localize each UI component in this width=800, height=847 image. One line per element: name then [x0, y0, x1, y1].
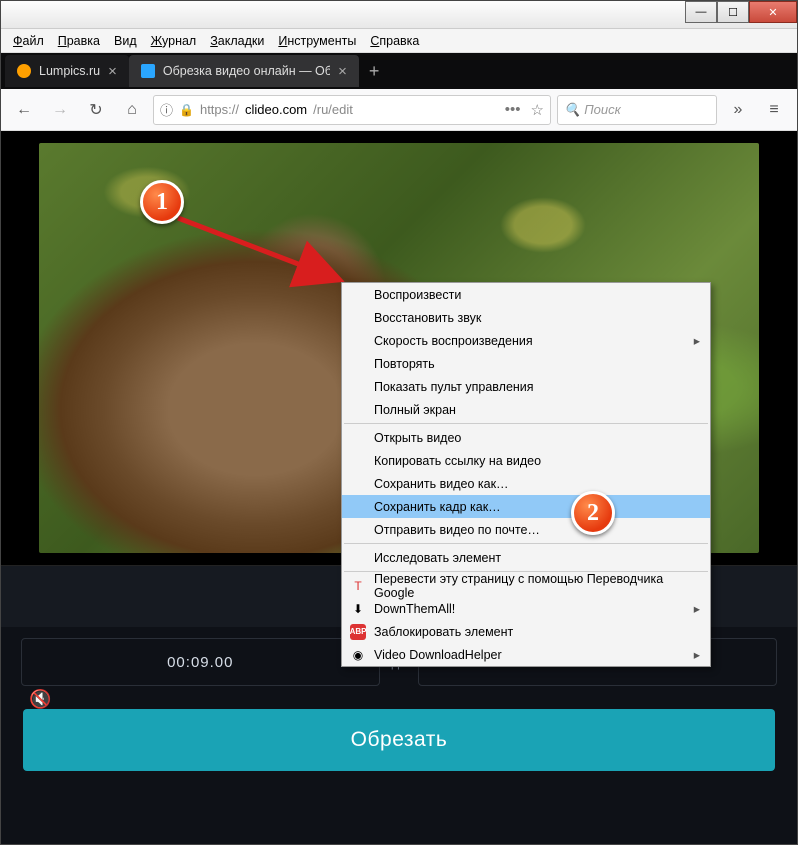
menu-edit[interactable]: Правка — [52, 32, 106, 50]
ctx-repeat[interactable]: Повторять — [342, 352, 710, 375]
search-input[interactable]: 🔍 Поиск — [557, 95, 717, 125]
search-placeholder: Поиск — [584, 102, 621, 117]
annotation-marker-1: 1 — [140, 180, 184, 224]
menu-file[interactable]: Файл — [7, 32, 50, 50]
tabbar: Lumpics.ru × Обрезка видео онлайн — Об ×… — [1, 53, 797, 89]
favicon-icon — [141, 64, 155, 78]
info-icon[interactable]: ⓘ — [160, 100, 173, 119]
url-scheme: https:// — [200, 102, 239, 117]
ctx-downthemall[interactable]: ⬇DownThemAll!▸ — [342, 597, 710, 620]
menu-journal[interactable]: Журнал — [145, 32, 203, 50]
home-button[interactable]: ⌂ — [117, 95, 147, 125]
navbar: ← → ↻ ⌂ ⓘ 🔒 https:// clideo.com/ru/edit •… — [1, 89, 797, 131]
menu-tools[interactable]: Инструменты — [272, 32, 362, 50]
overflow-button[interactable]: » — [723, 95, 753, 125]
tab-label: Lumpics.ru — [39, 64, 100, 78]
annotation-marker-2: 2 — [571, 491, 615, 535]
close-tab-icon[interactable]: × — [338, 63, 347, 80]
ctx-adblock[interactable]: ABPЗаблокировать элемент — [342, 620, 710, 643]
url-host: clideo.com — [245, 102, 307, 117]
close-tab-icon[interactable]: × — [108, 63, 117, 80]
translate-icon: T — [350, 578, 366, 594]
window-titlebar: — ☐ ✕ — [1, 1, 797, 29]
ctx-speed[interactable]: Скорость воспроизведения▸ — [342, 329, 710, 352]
menu-view[interactable]: Вид — [108, 32, 143, 50]
chevron-right-icon: ▸ — [694, 333, 700, 348]
ctx-play[interactable]: Воспроизвести — [342, 283, 710, 306]
abp-icon: ABP — [350, 624, 366, 640]
tab-lumpics[interactable]: Lumpics.ru × — [5, 55, 129, 87]
vdh-icon: ◉ — [350, 647, 366, 663]
menubar: Файл Правка Вид Журнал Закладки Инструме… — [1, 29, 797, 53]
ctx-controls[interactable]: Показать пульт управления — [342, 375, 710, 398]
close-window-button[interactable]: ✕ — [749, 1, 797, 23]
ctx-unmute[interactable]: Восстановить звук — [342, 306, 710, 329]
mute-icon[interactable]: 🔇 — [29, 689, 51, 710]
ctx-video-downloadhelper[interactable]: ◉Video DownloadHelper▸ — [342, 643, 710, 666]
menu-bookmarks[interactable]: Закладки — [204, 32, 270, 50]
tab-clideo[interactable]: Обрезка видео онлайн — Об × — [129, 55, 359, 87]
url-path: /ru/edit — [313, 102, 353, 117]
bookmark-icon[interactable]: ☆ — [531, 101, 544, 119]
url-input[interactable]: ⓘ 🔒 https:// clideo.com/ru/edit ••• ☆ — [153, 95, 551, 125]
dta-icon: ⬇ — [350, 601, 366, 617]
chevron-right-icon: ▸ — [694, 647, 700, 662]
separator — [344, 423, 708, 424]
ctx-send-mail[interactable]: Отправить видео по почте… — [342, 518, 710, 541]
menu-help[interactable]: Справка — [364, 32, 425, 50]
ctx-save-frame[interactable]: Сохранить кадр как… — [342, 495, 710, 518]
lock-icon: 🔒 — [179, 103, 194, 117]
favicon-icon — [17, 64, 31, 78]
ctx-open-video[interactable]: Открыть видео — [342, 426, 710, 449]
reload-button[interactable]: ↻ — [81, 95, 111, 125]
separator — [344, 543, 708, 544]
start-time-input[interactable]: 00:09.00 — [21, 638, 380, 686]
ctx-translate[interactable]: TПеревести эту страницу с помощью Перево… — [342, 574, 710, 597]
back-button[interactable]: ← — [9, 95, 39, 125]
search-icon: 🔍 — [564, 102, 580, 118]
ctx-copy-link[interactable]: Копировать ссылку на видео — [342, 449, 710, 472]
minimize-button[interactable]: — — [685, 1, 717, 23]
ctx-save-video[interactable]: Сохранить видео как… — [342, 472, 710, 495]
ctx-inspect[interactable]: Исследовать элемент — [342, 546, 710, 569]
new-tab-button[interactable]: + — [359, 61, 390, 82]
maximize-button[interactable]: ☐ — [717, 1, 749, 23]
hamburger-menu-button[interactable]: ≡ — [759, 95, 789, 125]
chevron-right-icon: ▸ — [694, 601, 700, 616]
ctx-fullscreen[interactable]: Полный экран — [342, 398, 710, 421]
context-menu: Воспроизвести Восстановить звук Скорость… — [341, 282, 711, 667]
forward-button[interactable]: → — [45, 95, 75, 125]
cut-button[interactable]: Обрезать — [23, 709, 775, 771]
tab-label: Обрезка видео онлайн — Об — [163, 64, 330, 78]
more-icon[interactable]: ••• — [505, 101, 521, 119]
